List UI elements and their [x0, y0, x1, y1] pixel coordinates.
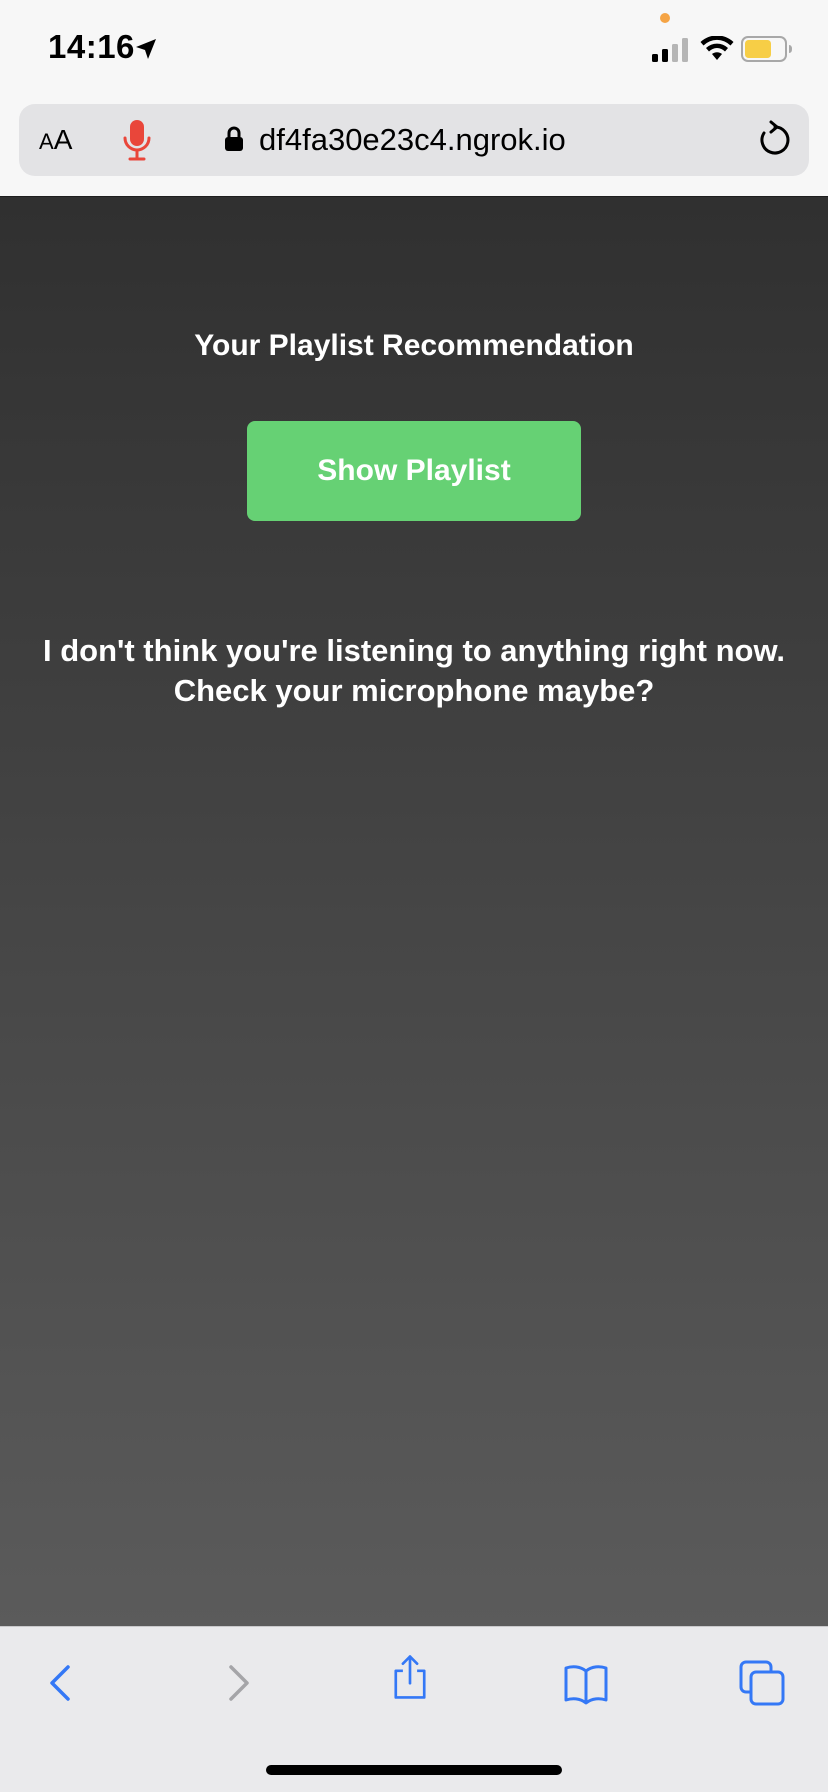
- forward-icon[interactable]: [213, 1659, 261, 1707]
- back-icon[interactable]: [38, 1659, 86, 1707]
- status-time: 14:16: [48, 28, 135, 65]
- text-size-button[interactable]: AA: [39, 122, 72, 158]
- screen: 14:16 AA df4fa30e23c4.ngrok.io Your Play…: [0, 0, 828, 1792]
- microphone-icon[interactable]: [122, 118, 152, 162]
- status-message-line-1: I don't think you're listening to anythi…: [42, 633, 786, 668]
- status-message: I don't think you're listening to anythi…: [10, 631, 818, 711]
- battery-icon: [741, 36, 792, 62]
- bookmarks-icon[interactable]: [562, 1659, 610, 1707]
- privacy-indicator-dot: [660, 13, 670, 23]
- show-playlist-button[interactable]: Show Playlist: [247, 421, 581, 521]
- signal-icon: [652, 38, 688, 62]
- location-arrow-icon: [136, 39, 156, 59]
- home-indicator[interactable]: [266, 1765, 562, 1775]
- url-text[interactable]: df4fa30e23c4.ngrok.io: [259, 120, 566, 160]
- reload-icon[interactable]: [757, 120, 793, 160]
- tabs-icon[interactable]: [738, 1659, 786, 1707]
- share-icon[interactable]: [386, 1653, 434, 1701]
- page-title: Your Playlist Recommendation: [194, 329, 634, 362]
- wifi-icon: [700, 36, 734, 60]
- web-content: Your Playlist Recommendation Show Playli…: [0, 196, 828, 1626]
- lock-icon: [225, 126, 243, 151]
- text-size-large-letter: A: [53, 124, 73, 155]
- address-bar[interactable]: AA df4fa30e23c4.ngrok.io: [19, 104, 809, 176]
- status-message-line-2: Check your microphone maybe?: [173, 673, 655, 708]
- text-size-small-letter: A: [39, 129, 54, 154]
- status-bar: 14:16: [0, 0, 828, 100]
